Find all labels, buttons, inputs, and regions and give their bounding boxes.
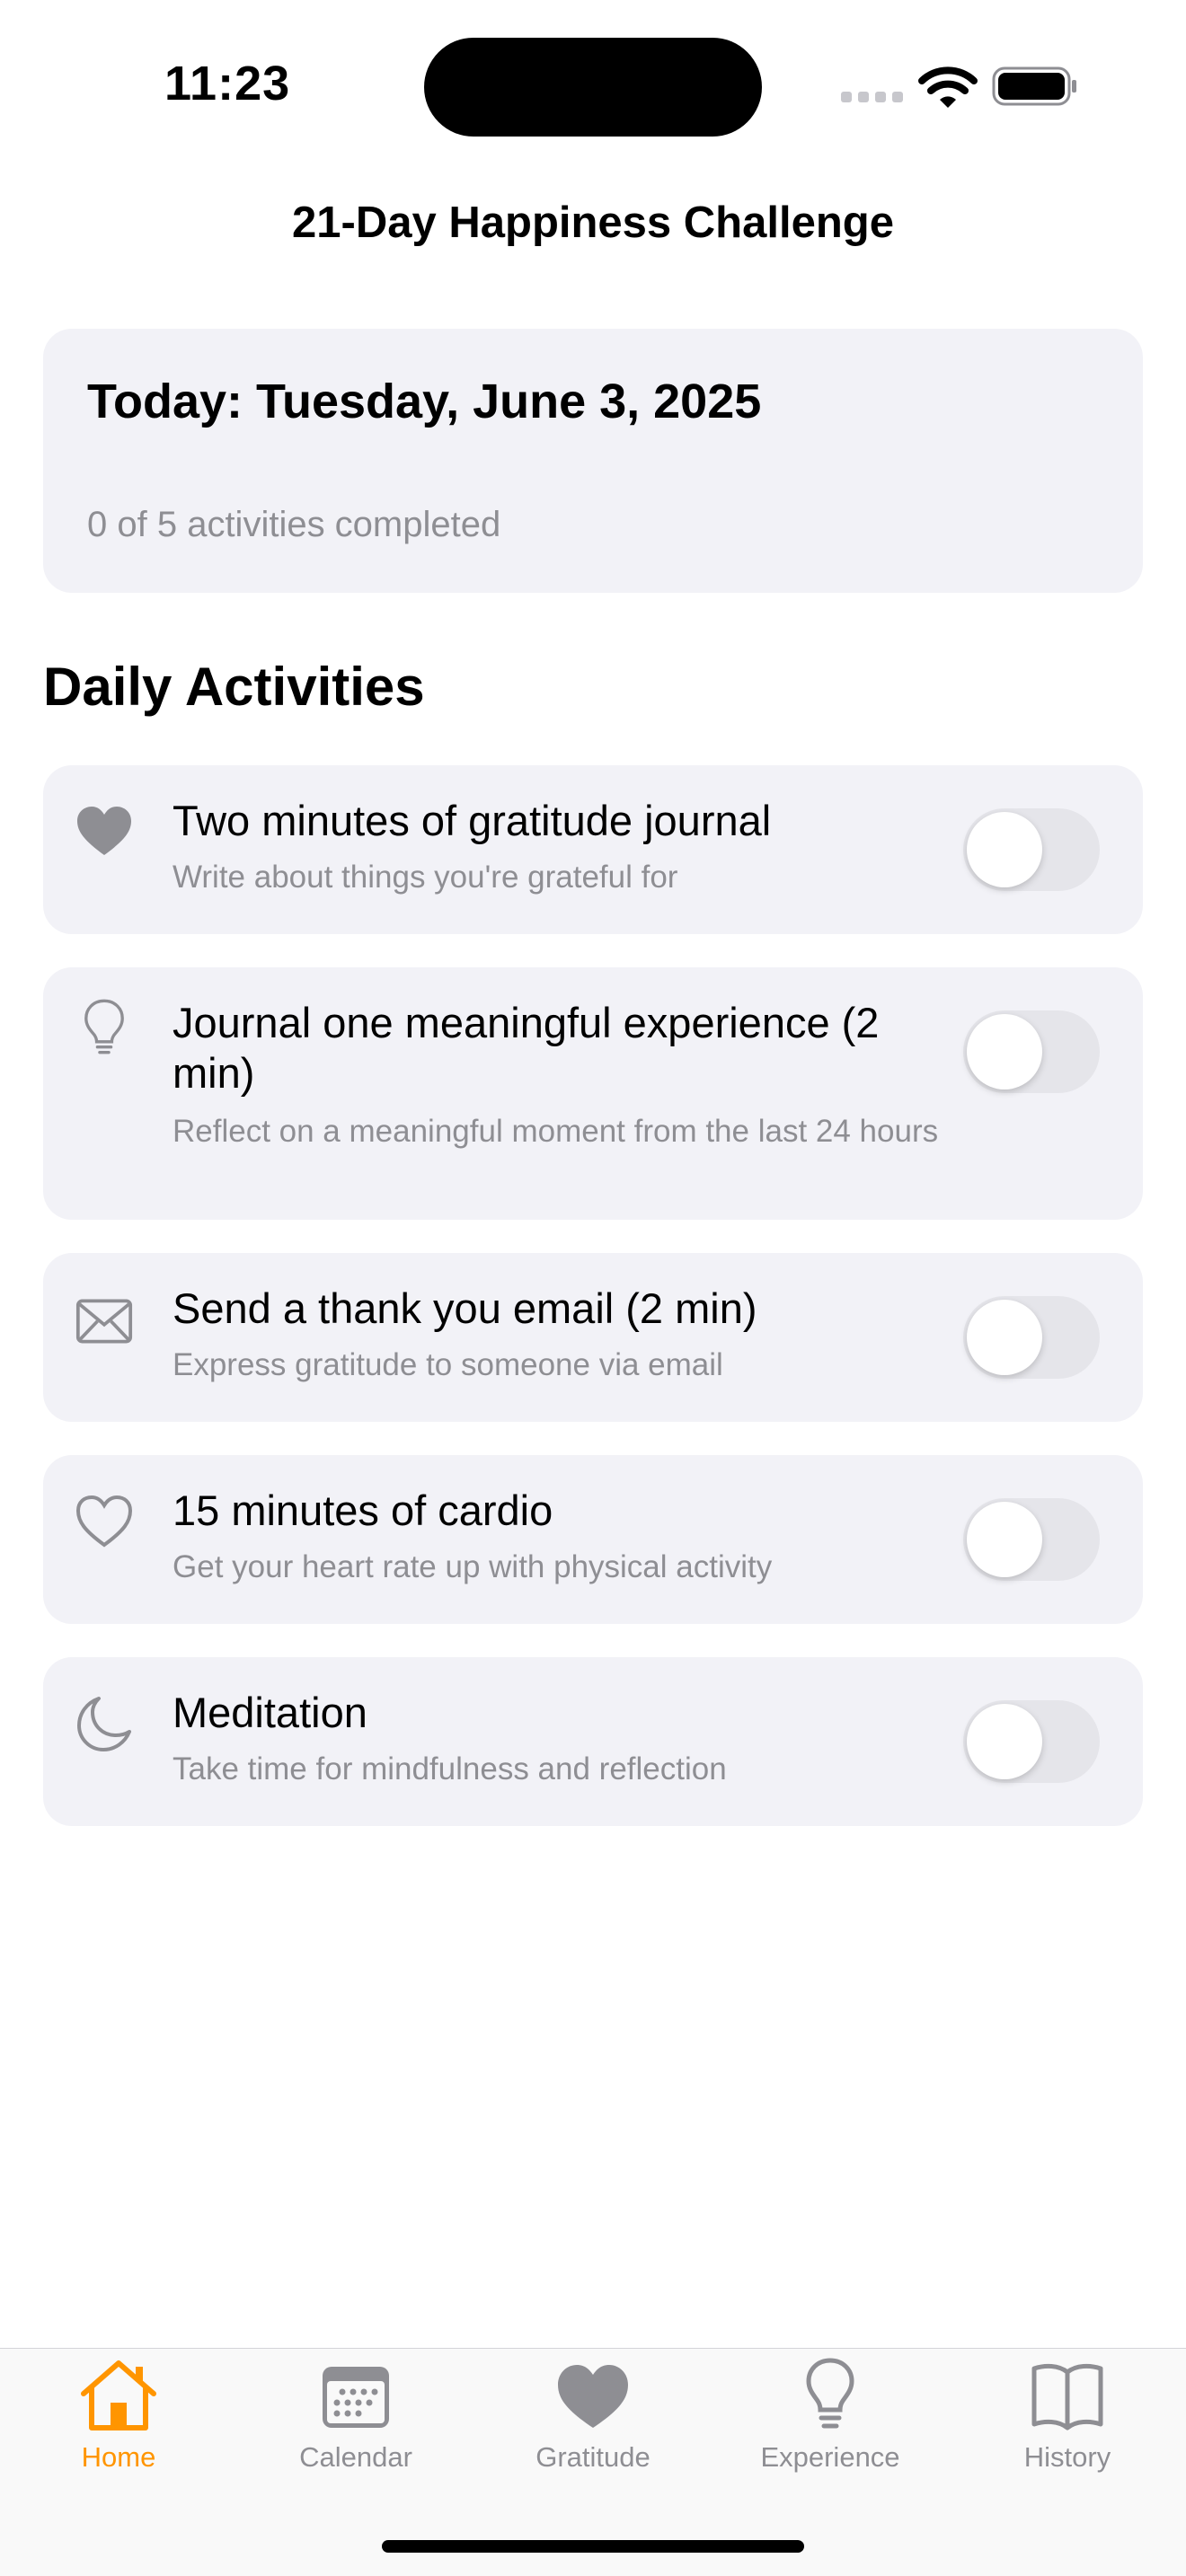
calendar-icon — [323, 2367, 389, 2428]
activity-title: Journal one meaningful experience (2 min… — [173, 999, 880, 1097]
screen: 11:23 21-Day Happiness Challenge Today: … — [0, 0, 1186, 2576]
nav-title: 21-Day Happiness Challenge — [292, 198, 894, 247]
activity-card: Journal one meaningful experience (2 min… — [43, 967, 1143, 1220]
activity-description: Reflect on a meaningful moment from the … — [173, 1114, 939, 1149]
status-time: 11:23 — [164, 57, 291, 110]
moon-icon — [77, 1697, 131, 1751]
tab-label: Experience — [760, 2441, 900, 2473]
toggle-knob — [967, 1704, 1042, 1779]
section-title: Daily Activities — [43, 657, 425, 717]
heart-icon — [558, 2365, 628, 2428]
activity-toggle[interactable] — [963, 1010, 1100, 1093]
activity-description: Express gratitude to someone via email — [173, 1347, 723, 1382]
tab-gratitude[interactable]: Gratitude — [474, 2349, 712, 2492]
activity-toggle[interactable] — [963, 1296, 1100, 1379]
home-indicator[interactable] — [382, 2540, 804, 2553]
today-card: Today: Tuesday, June 3, 2025 0 of 5 acti… — [43, 329, 1143, 593]
tab-history[interactable]: History — [949, 2349, 1186, 2492]
dynamic-island — [424, 38, 762, 137]
toggle-knob — [967, 1014, 1042, 1090]
activity-toggle[interactable] — [963, 808, 1100, 891]
activity-toggle[interactable] — [963, 1700, 1100, 1783]
activity-card: Send a thank you email (2 min) Express g… — [43, 1253, 1143, 1422]
activity-title: Meditation — [173, 1689, 367, 1736]
tab-calendar[interactable]: Calendar — [237, 2349, 474, 2492]
activity-card: 15 minutes of cardio Get your heart rate… — [43, 1455, 1143, 1624]
wifi-icon — [918, 66, 978, 108]
toggle-knob — [967, 1502, 1042, 1577]
tab-experience[interactable]: Experience — [712, 2349, 949, 2492]
heart-fill-icon — [77, 807, 131, 855]
activity-description: Get your heart rate up with physical act… — [173, 1549, 773, 1584]
envelope-icon — [75, 1299, 133, 1344]
today-date-title: Today: Tuesday, June 3, 2025 — [87, 375, 762, 428]
tab-label: Calendar — [299, 2441, 412, 2473]
activity-description: Take time for mindfulness and reflection — [173, 1751, 727, 1786]
activity-title: Send a thank you email (2 min) — [173, 1284, 757, 1332]
tab-home[interactable]: Home — [0, 2349, 237, 2492]
activity-card: Meditation Take time for mindfulness and… — [43, 1657, 1143, 1826]
tab-label: History — [1023, 2441, 1111, 2473]
activity-toggle[interactable] — [963, 1498, 1100, 1581]
toggle-knob — [967, 1300, 1042, 1375]
house-icon — [81, 2360, 156, 2430]
battery-icon — [992, 66, 1076, 106]
activity-description: Write about things you're grateful for — [173, 860, 678, 895]
lightbulb-icon — [806, 2358, 854, 2429]
tab-label: Home — [81, 2441, 156, 2473]
heart-outline-icon — [75, 1495, 133, 1548]
progress-text: 0 of 5 activities completed — [87, 505, 501, 544]
book-icon — [1031, 2363, 1103, 2430]
toggle-knob — [967, 812, 1042, 887]
activity-card: Two minutes of gratitude journal Write a… — [43, 765, 1143, 934]
tab-label: Gratitude — [535, 2441, 651, 2473]
lightbulb-icon — [84, 999, 124, 1054]
activity-title: Two minutes of gratitude journal — [173, 797, 772, 844]
cellular-signal-icon — [841, 92, 904, 102]
activity-title: 15 minutes of cardio — [173, 1486, 553, 1534]
